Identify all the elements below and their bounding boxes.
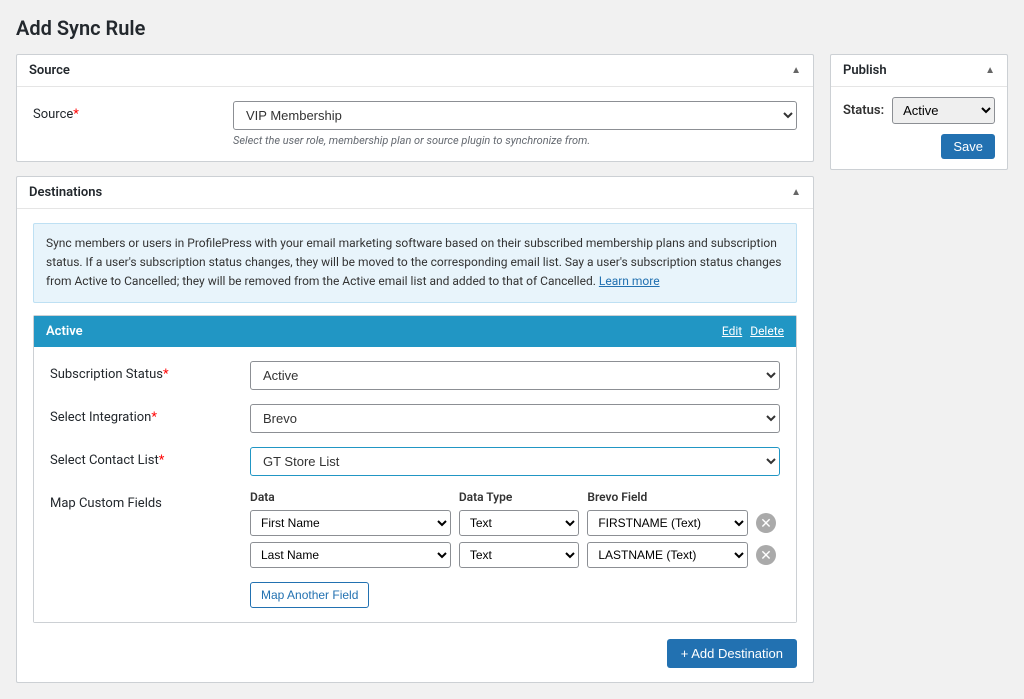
integration-wrap: Brevo Mailchimp ActiveCampaign (250, 404, 780, 433)
source-card-header: Source ▲ (17, 55, 813, 87)
map-remove-btn-1[interactable]: ✕ (756, 513, 776, 533)
publish-panel: Publish ▲ Status: Active Inactive Save (830, 54, 1008, 170)
destinations-card-title: Destinations (29, 185, 102, 200)
map-fields-header: Data Data Type Brevo Field (250, 490, 780, 504)
destination-block-header: Active Edit Delete (34, 316, 796, 347)
map-brevo-select-2[interactable]: FIRSTNAME (Text) LASTNAME (Text) EMAIL (… (587, 542, 748, 568)
map-header-type: Data Type (459, 490, 580, 504)
map-data-col-1: First Name Last Name Email Phone (250, 510, 451, 536)
map-another-field-btn[interactable]: Map Another Field (250, 582, 369, 608)
destinations-card-header: Destinations ▲ (17, 177, 813, 209)
map-field-row-2: First Name Last Name Email Phone (250, 542, 780, 568)
contact-list-label: Select Contact List* (50, 447, 250, 468)
map-fields-label: Map Custom Fields (50, 490, 250, 511)
publish-card: Publish ▲ Status: Active Inactive Save (830, 54, 1008, 170)
map-type-col-2: Text Number Date (459, 542, 580, 568)
map-another-wrap: Map Another Field (250, 574, 780, 608)
map-fields-row: Map Custom Fields Data Data Type Brevo F… (50, 490, 780, 608)
publish-card-title: Publish (843, 63, 887, 78)
destination-block-title: Active (46, 324, 83, 339)
integration-select[interactable]: Brevo Mailchimp ActiveCampaign (250, 404, 780, 433)
contact-list-row: Select Contact List* GT Store List Newsl… (50, 447, 780, 476)
map-data-col-2: First Name Last Name Email Phone (250, 542, 451, 568)
delete-destination-btn[interactable]: Delete (750, 324, 784, 338)
source-card-title: Source (29, 63, 70, 78)
subscription-status-select[interactable]: Active Cancelled Expired (250, 361, 780, 390)
save-button[interactable]: Save (941, 134, 995, 159)
map-fields-wrap: Data Data Type Brevo Field (250, 490, 780, 608)
publish-status-label: Status: (843, 103, 884, 118)
map-remove-col-2: ✕ (756, 545, 780, 565)
map-fields-table: Data Data Type Brevo Field (250, 490, 780, 608)
active-destination-block: Active Edit Delete Subscription Status* (33, 315, 797, 623)
map-type-col-1: Text Number Date (459, 510, 580, 536)
map-remove-btn-2[interactable]: ✕ (756, 545, 776, 565)
map-header-data: Data (250, 490, 451, 504)
map-field-col-2: FIRSTNAME (Text) LASTNAME (Text) EMAIL (… (587, 542, 748, 568)
subscription-status-label: Subscription Status* (50, 361, 250, 382)
map-type-select-1[interactable]: Text Number Date (459, 510, 580, 536)
source-card-body: Source* VIP Membership Basic Membership … (17, 87, 813, 161)
edit-destination-btn[interactable]: Edit (722, 324, 742, 338)
publish-status-select[interactable]: Active Inactive (892, 97, 995, 124)
learn-more-link[interactable]: Learn more (599, 274, 660, 288)
destinations-collapse-icon[interactable]: ▲ (791, 187, 801, 198)
source-hint: Select the user role, membership plan or… (233, 134, 797, 147)
subscription-status-wrap: Active Cancelled Expired (250, 361, 780, 390)
source-label: Source* (33, 101, 233, 122)
destination-block-body: Subscription Status* Active Cancelled Ex… (34, 347, 796, 622)
map-data-select-2[interactable]: First Name Last Name Email Phone (250, 542, 451, 568)
contact-list-select[interactable]: GT Store List Newsletter List (250, 447, 780, 476)
destinations-info-box: Sync members or users in ProfilePress wi… (33, 223, 797, 303)
add-destination-btn[interactable]: + Add Destination (667, 639, 797, 668)
map-data-select-1[interactable]: First Name Last Name Email Phone (250, 510, 451, 536)
integration-label: Select Integration* (50, 404, 250, 425)
map-field-row-1: First Name Last Name Email Phone (250, 510, 780, 536)
map-header-remove (756, 490, 780, 504)
source-control-wrap: VIP Membership Basic Membership Premium … (233, 101, 797, 147)
source-card: Source ▲ Source* VIP Membership Basic Me… (16, 54, 814, 162)
source-collapse-icon[interactable]: ▲ (791, 65, 801, 76)
publish-card-body: Status: Active Inactive Save (831, 87, 1007, 169)
map-remove-col-1: ✕ (756, 513, 780, 533)
integration-row: Select Integration* Brevo Mailchimp Acti… (50, 404, 780, 433)
map-header-field: Brevo Field (587, 490, 748, 504)
source-select[interactable]: VIP Membership Basic Membership Premium … (233, 101, 797, 130)
publish-card-header: Publish ▲ (831, 55, 1007, 87)
destinations-info-text: Sync members or users in ProfilePress wi… (46, 236, 781, 288)
destination-block-actions: Edit Delete (722, 324, 784, 338)
map-brevo-select-1[interactable]: FIRSTNAME (Text) LASTNAME (Text) EMAIL (… (587, 510, 748, 536)
source-form-row: Source* VIP Membership Basic Membership … (33, 101, 797, 147)
publish-collapse-icon[interactable]: ▲ (985, 65, 995, 76)
subscription-status-row: Subscription Status* Active Cancelled Ex… (50, 361, 780, 390)
map-field-col-1: FIRSTNAME (Text) LASTNAME (Text) EMAIL (… (587, 510, 748, 536)
destinations-footer: + Add Destination (33, 635, 797, 668)
contact-list-wrap: GT Store List Newsletter List (250, 447, 780, 476)
page-title: Add Sync Rule (16, 16, 1008, 40)
destinations-card-body: Sync members or users in ProfilePress wi… (17, 209, 813, 682)
map-type-select-2[interactable]: Text Number Date (459, 542, 580, 568)
destinations-card: Destinations ▲ Sync members or users in … (16, 176, 814, 683)
publish-status-row: Status: Active Inactive (843, 97, 995, 124)
